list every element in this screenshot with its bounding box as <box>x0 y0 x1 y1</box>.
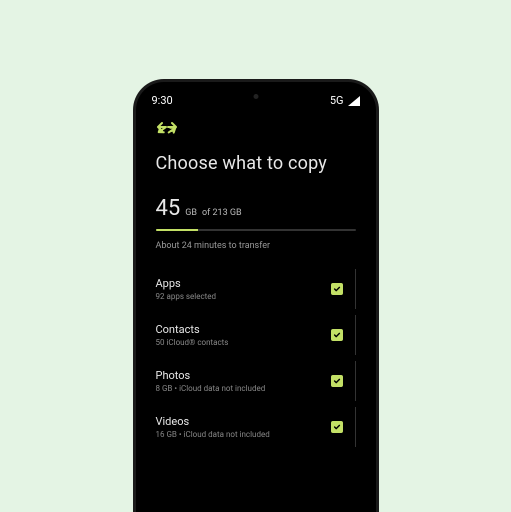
status-bar: 9:30 5G <box>136 82 376 113</box>
item-subtitle: 8 GB • iCloud data not included <box>156 384 331 393</box>
copy-item-apps[interactable]: Apps 92 apps selected <box>156 269 356 309</box>
checkbox-icon[interactable] <box>331 329 343 341</box>
progress-bar <box>156 229 356 231</box>
page-title: Choose what to copy <box>156 153 356 174</box>
storage-summary: 45 GB of 213 GB <box>156 196 356 221</box>
checkbox-icon[interactable] <box>331 375 343 387</box>
status-time: 9:30 <box>152 94 173 107</box>
item-title: Photos <box>156 369 331 382</box>
storage-used: 45 <box>156 196 181 221</box>
item-title: Videos <box>156 415 331 428</box>
item-title: Apps <box>156 277 331 290</box>
copy-item-videos[interactable]: Videos 16 GB • iCloud data not included <box>156 407 356 447</box>
transfer-arrows-icon <box>156 121 356 139</box>
item-title: Contacts <box>156 323 331 336</box>
item-subtitle: 16 GB • iCloud data not included <box>156 430 331 439</box>
item-subtitle: 50 iCloud® contacts <box>156 338 331 347</box>
item-subtitle: 92 apps selected <box>156 292 331 301</box>
checkbox-icon[interactable] <box>331 421 343 433</box>
eta-label: About 24 minutes to transfer <box>156 241 356 251</box>
screen-content: Choose what to copy 45 GB of 213 GB Abou… <box>136 113 376 447</box>
copy-item-contacts[interactable]: Contacts 50 iCloud® contacts <box>156 315 356 355</box>
storage-total: of 213 GB <box>202 208 242 218</box>
signal-icon <box>348 96 360 106</box>
checkbox-icon[interactable] <box>331 283 343 295</box>
copy-item-photos[interactable]: Photos 8 GB • iCloud data not included <box>156 361 356 401</box>
phone-frame: 9:30 5G Choose what to copy 45 GB of 213… <box>136 82 376 512</box>
network-label: 5G <box>330 94 344 107</box>
storage-used-unit: GB <box>185 208 197 218</box>
progress-fill <box>156 229 198 231</box>
